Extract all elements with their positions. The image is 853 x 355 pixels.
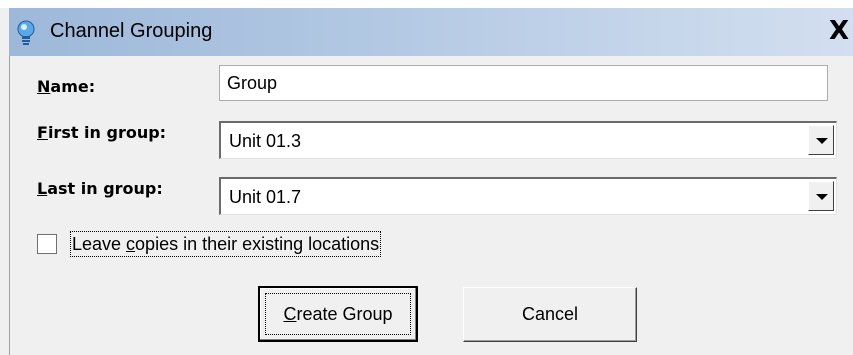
close-button[interactable]: X xyxy=(825,14,853,48)
leave-copies-checkbox[interactable] xyxy=(37,234,57,254)
last-label-accesskey: L xyxy=(37,179,48,198)
leave-copies-label[interactable]: Leave copies in their existing locations xyxy=(69,231,382,257)
leave-copies-text-pre: Leave xyxy=(72,234,127,254)
first-in-group-dropdown-button[interactable] xyxy=(808,125,834,155)
name-label: Name: xyxy=(37,76,95,98)
focus-rectangle xyxy=(265,293,411,335)
channel-grouping-dialog: Channel Grouping X Name: Group First in … xyxy=(0,0,853,355)
chevron-down-icon xyxy=(816,194,828,200)
last-label-text: ast in group: xyxy=(47,179,163,198)
last-in-group-dropdown-button[interactable] xyxy=(808,181,834,211)
top-strip xyxy=(0,0,853,8)
chevron-down-icon xyxy=(816,138,828,144)
leave-copies-text-post: opies in their existing locations xyxy=(135,234,380,254)
name-label-text: ame: xyxy=(50,77,96,96)
title-bar[interactable]: Channel Grouping X xyxy=(9,8,853,56)
window-title: Channel Grouping xyxy=(50,20,213,42)
first-in-group-label: First in group: xyxy=(37,122,166,144)
first-in-group-select[interactable]: Unit 01.3 xyxy=(219,121,837,159)
first-in-group-value: Unit 01.3 xyxy=(229,131,302,151)
last-in-group-value: Unit 01.7 xyxy=(229,187,302,207)
create-group-button[interactable]: Create Group xyxy=(258,286,418,342)
first-label-text: irst in group: xyxy=(47,123,167,142)
cancel-button[interactable]: Cancel xyxy=(463,287,637,342)
lightbulb-icon xyxy=(17,20,35,45)
first-label-accesskey: F xyxy=(37,123,48,142)
name-label-accesskey: N xyxy=(37,77,51,96)
leave-copies-accesskey: c xyxy=(126,234,136,254)
last-in-group-select[interactable]: Unit 01.7 xyxy=(219,177,837,215)
last-in-group-label: Last in group: xyxy=(37,178,163,200)
name-input[interactable]: Group xyxy=(219,65,828,101)
dialog-left-border xyxy=(9,56,10,355)
